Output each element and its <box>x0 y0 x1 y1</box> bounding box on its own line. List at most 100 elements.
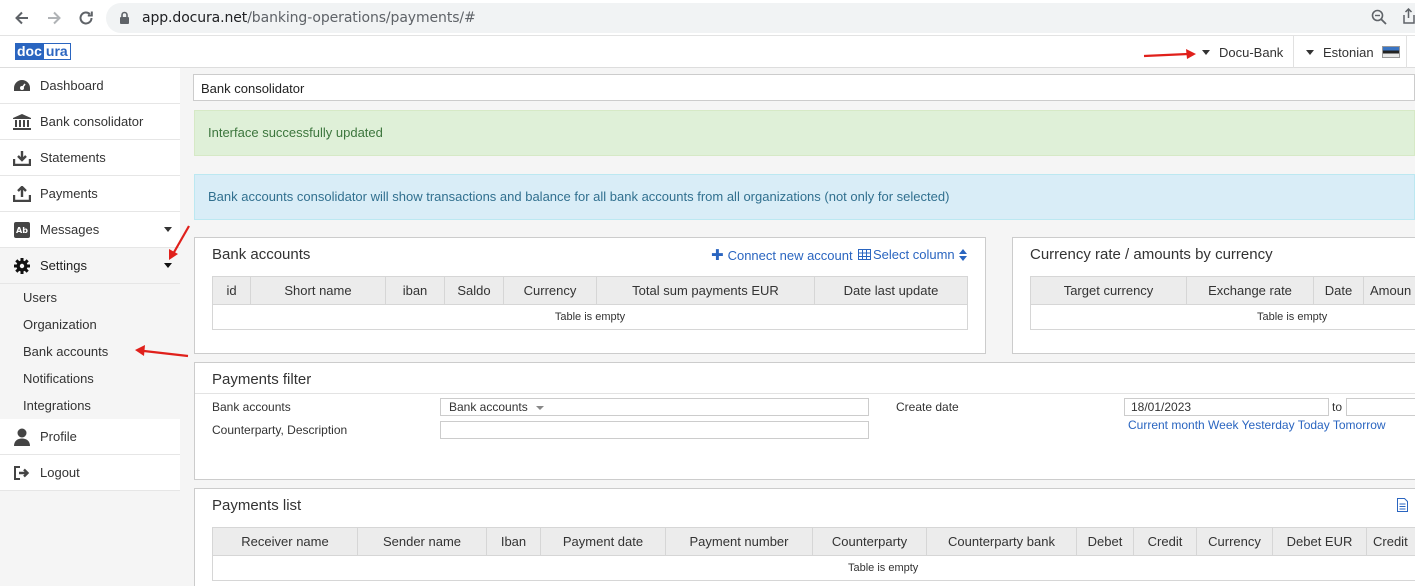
quick-date-week[interactable]: Week <box>1208 418 1238 432</box>
column-header[interactable]: Counterparty <box>812 527 927 556</box>
docura-logo[interactable]: doc ura <box>15 43 71 60</box>
sidebar-sub-bank-accounts[interactable]: Bank accounts <box>23 344 108 359</box>
sidebar-item-label: Dashboard <box>40 78 104 93</box>
language-label: Estonian <box>1323 44 1374 60</box>
bank-accounts-table: id Short name iban Saldo Currency Total … <box>212 276 968 330</box>
column-header[interactable]: Credit <box>1366 527 1415 556</box>
bank-accounts-filter-label: Bank accounts <box>212 400 291 414</box>
sidebar-item-messages[interactable]: Ab Messages <box>0 212 180 248</box>
export-icon[interactable] <box>1397 498 1408 515</box>
column-header[interactable]: Counterparty bank <box>926 527 1077 556</box>
sidebar-item-logout[interactable]: Logout <box>0 455 180 491</box>
annotation-arrow-settings <box>169 225 190 260</box>
back-button[interactable] <box>10 6 34 30</box>
browser-toolbar: app.docura.net/banking-operations/paymen… <box>0 0 1415 36</box>
breadcrumb: Bank consolidator <box>193 74 1415 101</box>
bank-icon <box>12 113 32 131</box>
logo-part-right: ura <box>42 43 71 60</box>
column-header[interactable]: Sender name <box>357 527 487 556</box>
sidebar-sub-users[interactable]: Users <box>23 290 57 305</box>
connect-label: Connect new account <box>727 248 853 263</box>
caret-down-icon <box>535 405 544 410</box>
back-arrow-icon <box>15 11 28 25</box>
sidebar-item-statements[interactable]: Statements <box>0 140 180 176</box>
sort-icon <box>958 248 967 261</box>
quick-date-today[interactable]: Today <box>1298 418 1330 432</box>
address-bar[interactable]: app.docura.net/banking-operations/paymen… <box>106 3 1415 33</box>
column-header[interactable]: Iban <box>486 527 541 556</box>
column-header[interactable]: Currency <box>1196 527 1273 556</box>
sidebar-item-profile[interactable]: Profile <box>0 419 180 455</box>
column-header[interactable]: Date <box>1313 276 1364 305</box>
column-header[interactable]: Saldo <box>444 276 504 305</box>
sidebar-item-settings[interactable]: Settings <box>0 248 180 284</box>
dashboard-icon <box>12 77 32 95</box>
forward-button[interactable] <box>42 6 66 30</box>
sidebar-sub-notifications[interactable]: Notifications <box>23 371 94 386</box>
column-header[interactable]: Amoun <box>1363 276 1415 305</box>
column-header[interactable]: Debet EUR <box>1272 527 1367 556</box>
sidebar-sub-integrations[interactable]: Integrations <box>23 398 91 413</box>
sidebar-item-label: Logout <box>40 465 80 480</box>
annotation-arrow-header <box>1143 49 1196 59</box>
empty-table-message: Table is empty <box>212 555 1415 581</box>
sidebar-sub-organization[interactable]: Organization <box>23 317 97 332</box>
info-alert: Bank accounts consolidator will show tra… <box>194 174 1415 220</box>
column-header[interactable]: Currency <box>503 276 597 305</box>
payments-list-panel: Payments list Receiver name Sender name … <box>194 488 1415 586</box>
quick-date-current-month[interactable]: Current month <box>1128 418 1205 432</box>
select-column-button[interactable]: Select column <box>858 247 967 262</box>
column-header[interactable]: Short name <box>250 276 386 305</box>
annotation-arrow-bank-accounts <box>135 345 189 358</box>
create-date-label: Create date <box>896 400 959 414</box>
bank-accounts-select[interactable]: Bank accounts <box>440 398 869 416</box>
share-icon[interactable] <box>1402 7 1415 27</box>
messages-icon: Ab <box>12 221 32 239</box>
column-header[interactable]: Payment number <box>665 527 813 556</box>
sidebar-item-payments[interactable]: Payments <box>0 176 180 212</box>
upload-icon <box>12 185 32 203</box>
plus-icon: ✚ <box>711 247 724 264</box>
connect-new-account-link[interactable]: ✚ Connect new account <box>711 246 853 264</box>
forward-arrow-icon <box>48 11 61 25</box>
date-from-input[interactable]: 18/01/2023 <box>1124 398 1329 416</box>
column-header[interactable]: Debet <box>1076 527 1134 556</box>
zoom-icon[interactable] <box>1371 9 1387 28</box>
currency-rate-table: Target currency Exchange rate Date Amoun… <box>1030 276 1415 330</box>
quick-date-yesterday[interactable]: Yesterday <box>1242 418 1295 432</box>
column-header[interactable]: id <box>212 276 251 305</box>
panel-title: Bank accounts <box>212 246 311 263</box>
currency-rate-panel: Currency rate / amounts by currency Targ… <box>1012 237 1415 354</box>
sidebar-item-dashboard[interactable]: Dashboard <box>0 68 180 104</box>
payments-filter-panel: Payments filter Bank accounts Bank accou… <box>194 362 1415 480</box>
estonia-flag-icon <box>1381 46 1400 58</box>
counterparty-input[interactable] <box>440 421 869 439</box>
column-header[interactable]: Payment date <box>540 527 666 556</box>
quick-date-tomorrow[interactable]: Tomorrow <box>1333 418 1386 432</box>
language-dropdown[interactable]: Estonian <box>1306 36 1400 68</box>
quick-date-links: Current month Week Yesterday Today Tomor… <box>1128 418 1386 432</box>
column-header[interactable]: Exchange rate <box>1186 276 1314 305</box>
sidebar-item-bank-consolidator[interactable]: Bank consolidator <box>0 104 180 140</box>
column-header[interactable]: Credit <box>1133 527 1197 556</box>
column-header[interactable]: Target currency <box>1030 276 1187 305</box>
date-to-label: to <box>1332 400 1343 414</box>
header-divider <box>1406 36 1407 68</box>
column-header[interactable]: Total sum payments EUR <box>596 276 815 305</box>
column-header[interactable]: Receiver name <box>212 527 358 556</box>
sidebar-item-label: Statements <box>40 150 106 165</box>
lock-icon <box>119 11 130 28</box>
company-dropdown[interactable]: Docu-Bank <box>1202 36 1283 68</box>
caret-down-icon <box>1306 49 1314 55</box>
empty-table-message: Table is empty <box>212 304 968 330</box>
sidebar-item-label: Payments <box>40 186 98 201</box>
column-header[interactable]: iban <box>385 276 445 305</box>
reload-button[interactable] <box>74 6 98 30</box>
logo-part-left: doc <box>15 43 43 60</box>
download-icon <box>12 149 32 167</box>
date-to-input[interactable] <box>1346 398 1415 416</box>
sidebar-item-label: Settings <box>40 258 87 273</box>
url-host: app.docura.net <box>142 10 248 26</box>
empty-table-message: Table is empty <box>1030 304 1415 330</box>
column-header[interactable]: Date last update <box>814 276 968 305</box>
